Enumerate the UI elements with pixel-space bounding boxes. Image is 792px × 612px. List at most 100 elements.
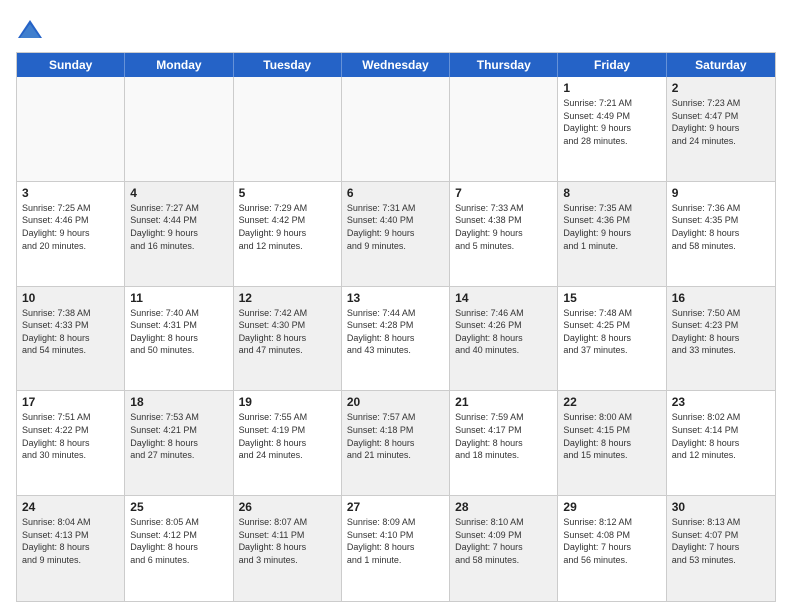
day-info: Sunrise: 7:55 AM Sunset: 4:19 PM Dayligh… xyxy=(239,411,336,461)
day-number: 6 xyxy=(347,186,444,200)
header-day-tuesday: Tuesday xyxy=(234,53,342,77)
calendar-cell: 16 Sunrise: 7:50 AM Sunset: 4:23 PM Dayli… xyxy=(667,287,775,391)
calendar-cell: 19 Sunrise: 7:55 AM Sunset: 4:19 PM Dayli… xyxy=(234,391,342,495)
day-info: Sunrise: 7:44 AM Sunset: 4:28 PM Dayligh… xyxy=(347,307,444,357)
day-info: Sunrise: 7:23 AM Sunset: 4:47 PM Dayligh… xyxy=(672,97,770,147)
calendar-row-3: 17 Sunrise: 7:51 AM Sunset: 4:22 PM Dayli… xyxy=(17,391,775,496)
page: SundayMondayTuesdayWednesdayThursdayFrid… xyxy=(0,0,792,612)
day-info: Sunrise: 8:10 AM Sunset: 4:09 PM Dayligh… xyxy=(455,516,552,566)
calendar-cell xyxy=(450,77,558,181)
header-day-saturday: Saturday xyxy=(667,53,775,77)
day-number: 4 xyxy=(130,186,227,200)
day-number: 9 xyxy=(672,186,770,200)
day-number: 21 xyxy=(455,395,552,409)
day-info: Sunrise: 7:21 AM Sunset: 4:49 PM Dayligh… xyxy=(563,97,660,147)
calendar-cell: 3 Sunrise: 7:25 AM Sunset: 4:46 PM Daylig… xyxy=(17,182,125,286)
day-info: Sunrise: 7:25 AM Sunset: 4:46 PM Dayligh… xyxy=(22,202,119,252)
day-info: Sunrise: 7:57 AM Sunset: 4:18 PM Dayligh… xyxy=(347,411,444,461)
logo-icon xyxy=(16,16,44,44)
calendar-cell: 10 Sunrise: 7:38 AM Sunset: 4:33 PM Dayli… xyxy=(17,287,125,391)
calendar-cell: 2 Sunrise: 7:23 AM Sunset: 4:47 PM Daylig… xyxy=(667,77,775,181)
calendar-cell: 6 Sunrise: 7:31 AM Sunset: 4:40 PM Daylig… xyxy=(342,182,450,286)
calendar-cell: 1 Sunrise: 7:21 AM Sunset: 4:49 PM Daylig… xyxy=(558,77,666,181)
day-number: 2 xyxy=(672,81,770,95)
calendar-row-2: 10 Sunrise: 7:38 AM Sunset: 4:33 PM Dayli… xyxy=(17,287,775,392)
day-info: Sunrise: 7:27 AM Sunset: 4:44 PM Dayligh… xyxy=(130,202,227,252)
calendar: SundayMondayTuesdayWednesdayThursdayFrid… xyxy=(16,52,776,602)
calendar-cell: 5 Sunrise: 7:29 AM Sunset: 4:42 PM Daylig… xyxy=(234,182,342,286)
calendar-cell xyxy=(125,77,233,181)
calendar-cell: 21 Sunrise: 7:59 AM Sunset: 4:17 PM Dayli… xyxy=(450,391,558,495)
calendar-cell: 27 Sunrise: 8:09 AM Sunset: 4:10 PM Dayli… xyxy=(342,496,450,601)
day-number: 1 xyxy=(563,81,660,95)
day-number: 14 xyxy=(455,291,552,305)
day-number: 3 xyxy=(22,186,119,200)
calendar-cell: 8Sunrise: 7:35 AM Sunset: 4:36 PM Daylig… xyxy=(558,182,666,286)
header-day-friday: Friday xyxy=(558,53,666,77)
calendar-cell: 25Sunrise: 8:05 AM Sunset: 4:12 PM Dayli… xyxy=(125,496,233,601)
day-number: 19 xyxy=(239,395,336,409)
day-number: 11 xyxy=(130,291,227,305)
day-number: 26 xyxy=(239,500,336,514)
day-number: 16 xyxy=(672,291,770,305)
day-number: 15 xyxy=(563,291,660,305)
day-number: 13 xyxy=(347,291,444,305)
day-info: Sunrise: 7:46 AM Sunset: 4:26 PM Dayligh… xyxy=(455,307,552,357)
day-number: 30 xyxy=(672,500,770,514)
header-day-thursday: Thursday xyxy=(450,53,558,77)
day-info: Sunrise: 8:04 AM Sunset: 4:13 PM Dayligh… xyxy=(22,516,119,566)
day-number: 27 xyxy=(347,500,444,514)
header-day-sunday: Sunday xyxy=(17,53,125,77)
day-info: Sunrise: 7:33 AM Sunset: 4:38 PM Dayligh… xyxy=(455,202,552,252)
calendar-row-0: 1 Sunrise: 7:21 AM Sunset: 4:49 PM Daylig… xyxy=(17,77,775,182)
calendar-cell xyxy=(342,77,450,181)
calendar-cell: 29 Sunrise: 8:12 AM Sunset: 4:08 PM Dayli… xyxy=(558,496,666,601)
calendar-cell: 20 Sunrise: 7:57 AM Sunset: 4:18 PM Dayli… xyxy=(342,391,450,495)
calendar-cell xyxy=(234,77,342,181)
calendar-cell: 4 Sunrise: 7:27 AM Sunset: 4:44 PM Daylig… xyxy=(125,182,233,286)
calendar-row-4: 24 Sunrise: 8:04 AM Sunset: 4:13 PM Dayli… xyxy=(17,496,775,601)
calendar-cell: 13 Sunrise: 7:44 AM Sunset: 4:28 PM Dayli… xyxy=(342,287,450,391)
day-info: Sunrise: 7:38 AM Sunset: 4:33 PM Dayligh… xyxy=(22,307,119,357)
day-number: 22 xyxy=(563,395,660,409)
day-info: Sunrise: 8:02 AM Sunset: 4:14 PM Dayligh… xyxy=(672,411,770,461)
day-number: 29 xyxy=(563,500,660,514)
day-number: 28 xyxy=(455,500,552,514)
calendar-cell: 9 Sunrise: 7:36 AM Sunset: 4:35 PM Daylig… xyxy=(667,182,775,286)
day-info: Sunrise: 7:40 AM Sunset: 4:31 PM Dayligh… xyxy=(130,307,227,357)
calendar-body: 1 Sunrise: 7:21 AM Sunset: 4:49 PM Daylig… xyxy=(17,77,775,601)
day-info: Sunrise: 8:12 AM Sunset: 4:08 PM Dayligh… xyxy=(563,516,660,566)
day-number: 23 xyxy=(672,395,770,409)
header-day-wednesday: Wednesday xyxy=(342,53,450,77)
day-number: 5 xyxy=(239,186,336,200)
day-number: 20 xyxy=(347,395,444,409)
calendar-cell: 28 Sunrise: 8:10 AM Sunset: 4:09 PM Dayli… xyxy=(450,496,558,601)
calendar-cell xyxy=(17,77,125,181)
calendar-cell: 24 Sunrise: 8:04 AM Sunset: 4:13 PM Dayli… xyxy=(17,496,125,601)
day-info: Sunrise: 7:48 AM Sunset: 4:25 PM Dayligh… xyxy=(563,307,660,357)
calendar-row-1: 3 Sunrise: 7:25 AM Sunset: 4:46 PM Daylig… xyxy=(17,182,775,287)
calendar-cell: 30Sunrise: 8:13 AM Sunset: 4:07 PM Dayli… xyxy=(667,496,775,601)
day-info: Sunrise: 7:29 AM Sunset: 4:42 PM Dayligh… xyxy=(239,202,336,252)
calendar-cell: 26Sunrise: 8:07 AM Sunset: 4:11 PM Dayli… xyxy=(234,496,342,601)
day-info: Sunrise: 8:09 AM Sunset: 4:10 PM Dayligh… xyxy=(347,516,444,566)
header-day-monday: Monday xyxy=(125,53,233,77)
day-info: Sunrise: 7:50 AM Sunset: 4:23 PM Dayligh… xyxy=(672,307,770,357)
logo xyxy=(16,16,48,44)
day-number: 10 xyxy=(22,291,119,305)
day-number: 24 xyxy=(22,500,119,514)
day-number: 7 xyxy=(455,186,552,200)
day-info: Sunrise: 7:42 AM Sunset: 4:30 PM Dayligh… xyxy=(239,307,336,357)
calendar-header: SundayMondayTuesdayWednesdayThursdayFrid… xyxy=(17,53,775,77)
calendar-cell: 12 Sunrise: 7:42 AM Sunset: 4:30 PM Dayli… xyxy=(234,287,342,391)
calendar-cell: 15 Sunrise: 7:48 AM Sunset: 4:25 PM Dayli… xyxy=(558,287,666,391)
calendar-cell: 11 Sunrise: 7:40 AM Sunset: 4:31 PM Dayli… xyxy=(125,287,233,391)
day-number: 17 xyxy=(22,395,119,409)
day-info: Sunrise: 7:59 AM Sunset: 4:17 PM Dayligh… xyxy=(455,411,552,461)
day-number: 12 xyxy=(239,291,336,305)
header xyxy=(16,16,776,44)
day-info: Sunrise: 7:51 AM Sunset: 4:22 PM Dayligh… xyxy=(22,411,119,461)
day-info: Sunrise: 7:31 AM Sunset: 4:40 PM Dayligh… xyxy=(347,202,444,252)
day-info: Sunrise: 7:53 AM Sunset: 4:21 PM Dayligh… xyxy=(130,411,227,461)
day-info: Sunrise: 7:36 AM Sunset: 4:35 PM Dayligh… xyxy=(672,202,770,252)
